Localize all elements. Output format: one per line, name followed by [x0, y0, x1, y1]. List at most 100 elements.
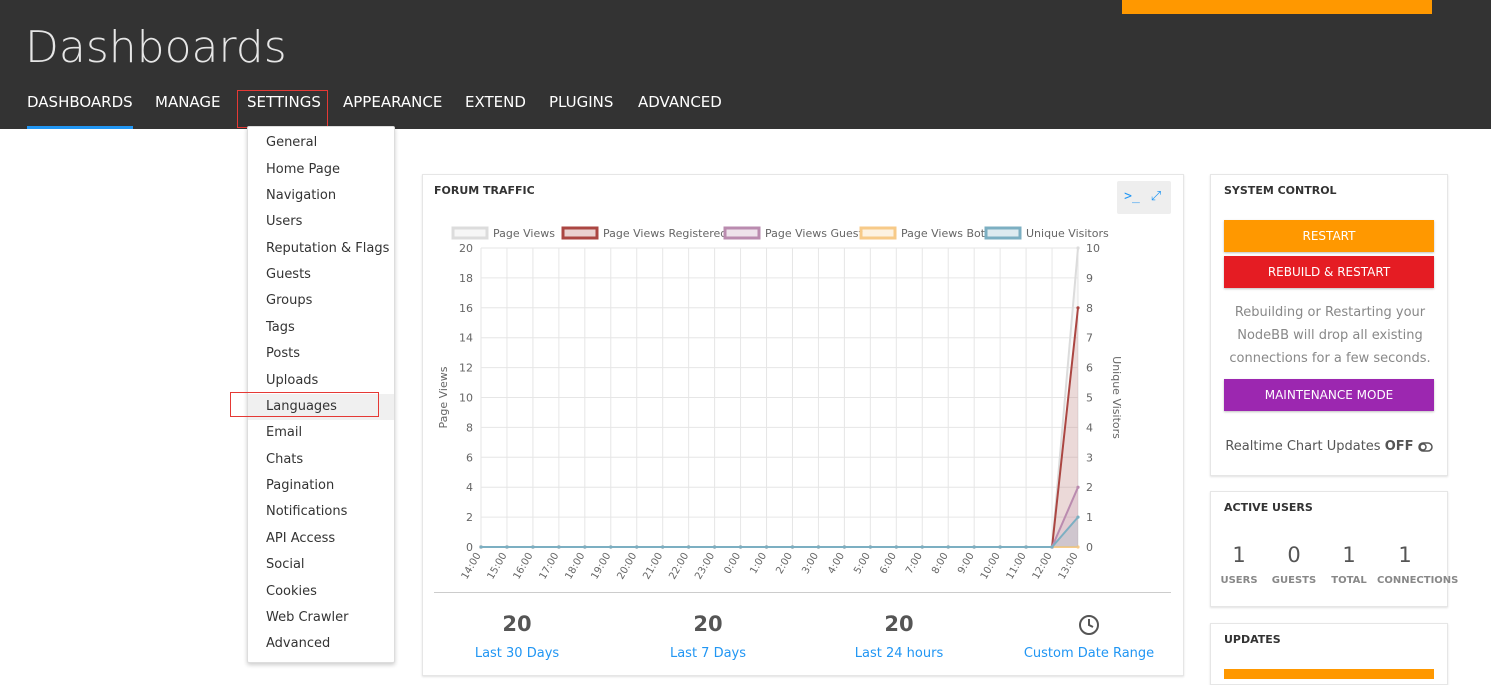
data-point: [1076, 306, 1080, 310]
menu-item-chats[interactable]: Chats: [248, 447, 394, 473]
legend-swatch: [984, 226, 1022, 240]
active-users-title: ACTIVE USERS: [1224, 501, 1313, 514]
y-tick-label: 20: [459, 242, 473, 255]
legend-swatch: [451, 226, 489, 240]
nav-settings[interactable]: SETTINGS: [247, 93, 321, 129]
nav-extend[interactable]: EXTEND: [465, 93, 526, 129]
y2-tick-label: 4: [1086, 421, 1093, 434]
x-tick-label: 19:00: [589, 551, 613, 581]
menu-item-social[interactable]: Social: [248, 552, 394, 578]
maintenance-mode-button[interactable]: MAINTENANCE MODE: [1224, 379, 1434, 411]
nav-plugins[interactable]: PLUGINS: [549, 93, 613, 129]
y-tick-label: 0: [466, 541, 473, 554]
legend-label: Page Views Guest: [765, 227, 863, 240]
menu-item-reputation-flags[interactable]: Reputation & Flags: [248, 236, 394, 262]
stats-divider: [434, 592, 1171, 593]
data-point: [842, 545, 846, 549]
menu-item-guests[interactable]: Guests: [248, 262, 394, 288]
menu-item-languages[interactable]: Languages: [248, 394, 394, 420]
forum-traffic-title: FORUM TRAFFIC: [434, 184, 535, 197]
menu-item-navigation[interactable]: Navigation: [248, 183, 394, 209]
y-tick-label: 6: [466, 451, 473, 464]
y-tick-label: 10: [459, 392, 473, 405]
x-tick-label: 21:00: [641, 551, 665, 581]
x-tick-label: 16:00: [512, 551, 536, 581]
legend-label: Page Views: [493, 227, 555, 240]
data-point: [868, 545, 872, 549]
data-point: [1076, 246, 1080, 250]
menu-item-email[interactable]: Email: [248, 420, 394, 446]
data-point: [816, 545, 821, 549]
menu-item-home-page[interactable]: Home Page: [248, 157, 394, 183]
menu-item-users[interactable]: Users: [248, 209, 394, 235]
data-point: [1050, 545, 1054, 549]
updates-panel: UPDATES: [1210, 623, 1448, 685]
y-axis-label: Page Views: [437, 366, 450, 428]
updates-button[interactable]: [1224, 669, 1434, 679]
toggle-off-icon[interactable]: [1417, 441, 1433, 452]
stat-7-days-link[interactable]: Last 7 Days: [618, 646, 798, 661]
data-point: [583, 545, 587, 549]
legend-label: Page Views Registered: [603, 227, 727, 240]
nav-advanced[interactable]: ADVANCED: [638, 93, 722, 129]
y2-tick-label: 8: [1086, 302, 1093, 315]
x-tick-label: 3:00: [800, 551, 821, 576]
expand-icon[interactable]: ⤢: [1145, 187, 1167, 207]
menu-item-web-crawler[interactable]: Web Crawler: [248, 605, 394, 631]
settings-dropdown: General Home Page Navigation Users Reput…: [247, 126, 395, 663]
y2-tick-label: 3: [1086, 451, 1093, 464]
x-tick-label: 11:00: [1005, 551, 1029, 581]
menu-item-general[interactable]: General: [248, 130, 394, 156]
forum-traffic-panel: FORUM TRAFFIC >_ ⤢ 0 2 4 6 8 10 12 14 16 18 20 0 1 2 3…: [422, 174, 1184, 676]
data-point: [505, 545, 509, 549]
x-tick-label: 17:00: [538, 551, 562, 581]
x-tick-label: 7:00: [904, 551, 925, 576]
stat-24-hours-link[interactable]: Last 24 hours: [809, 646, 989, 661]
connections-count: 1: [1398, 543, 1412, 567]
data-point: [531, 545, 535, 549]
terminal-icon[interactable]: >_: [1121, 187, 1143, 207]
restart-warning: Rebuilding or Restarting your NodeBB wil…: [1229, 305, 1431, 366]
rebuild-restart-button[interactable]: REBUILD & RESTART: [1224, 256, 1434, 288]
legend-swatch: [561, 226, 599, 240]
data-point: [738, 545, 743, 549]
menu-item-api-access[interactable]: API Access: [248, 526, 394, 552]
x-tick-label: 22:00: [667, 551, 691, 581]
page-title: Dashboards: [25, 22, 287, 73]
data-point: [946, 545, 950, 549]
custom-date-range-link[interactable]: Custom Date Range: [999, 646, 1179, 661]
guests-count: 0: [1287, 543, 1301, 567]
legend-swatch: [723, 226, 761, 240]
x-tick-label: 12:00: [1031, 551, 1055, 581]
restart-button[interactable]: RESTART: [1224, 220, 1434, 252]
data-point: [1076, 485, 1080, 489]
data-point: [661, 545, 665, 549]
menu-item-pagination[interactable]: Pagination: [248, 473, 394, 499]
y2-tick-label: 0: [1086, 541, 1093, 554]
y-tick-label: 4: [466, 481, 473, 494]
y2-tick-label: 5: [1086, 392, 1093, 405]
realtime-updates[interactable]: Realtime Chart Updates OFF: [1211, 439, 1447, 454]
clock-icon[interactable]: [1078, 614, 1100, 636]
traffic-chart: 0246810121416182001234567891014:00 15:00 1…: [437, 226, 1123, 581]
menu-item-groups[interactable]: Groups: [248, 288, 394, 314]
menu-item-posts[interactable]: Posts: [248, 341, 394, 367]
x-tick-label: 10:00: [979, 551, 1003, 581]
nav-manage[interactable]: MANAGE: [155, 93, 221, 129]
menu-item-uploads[interactable]: Uploads: [248, 368, 394, 394]
nav-appearance[interactable]: APPEARANCE: [343, 93, 442, 129]
x-tick-label: 18:00: [563, 551, 587, 581]
legend-label: Unique Visitors: [1026, 227, 1109, 240]
x-tick-label: 2:00: [774, 551, 795, 576]
menu-item-advanced[interactable]: Advanced: [248, 631, 394, 657]
x-tick-label: 0:00: [722, 551, 743, 576]
data-point: [635, 545, 639, 549]
menu-item-cookies[interactable]: Cookies: [248, 579, 394, 605]
admin-header: Dashboards DASHBOARDS MANAGE SETTINGS AP…: [0, 0, 1491, 129]
menu-item-notifications[interactable]: Notifications: [248, 499, 394, 525]
top-action-button[interactable]: [1122, 0, 1432, 14]
y-tick-label: 8: [466, 421, 473, 434]
nav-dashboards[interactable]: DASHBOARDS: [27, 93, 133, 129]
menu-item-tags[interactable]: Tags: [248, 315, 394, 341]
stat-30-days-link[interactable]: Last 30 Days: [427, 646, 607, 661]
